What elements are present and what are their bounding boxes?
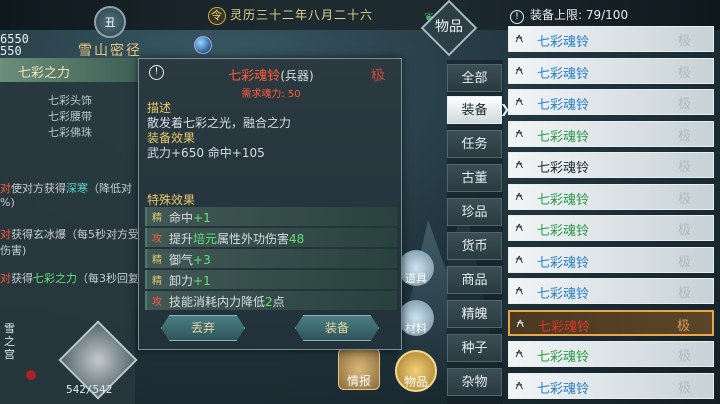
bell-icon: ⍲: [515, 219, 524, 235]
bell-icon: ⍲: [515, 156, 524, 172]
inventory-row[interactable]: ⍲ 七彩魂铃 极: [508, 183, 714, 210]
inventory-row[interactable]: ⍲ 七彩魂铃 极: [508, 120, 714, 147]
item-name: 七彩魂铃: [537, 98, 590, 113]
location-name: 雪山密径: [78, 43, 142, 59]
item-name: 七彩魂铃: [537, 255, 590, 271]
equip-button[interactable]: 装备: [295, 315, 379, 341]
inventory-row[interactable]: ⍲ 七彩魂铃 极: [508, 152, 714, 178]
bell-icon: ⍲: [515, 345, 524, 361]
grade-mark: 极: [677, 349, 691, 364]
special-effect-row: 精命中+1: [145, 207, 397, 226]
item-name: 七彩魂铃: [538, 319, 591, 335]
bell-icon: ⍲: [515, 187, 524, 204]
grade-mark: 极: [677, 160, 691, 175]
bell-icon: ⍲: [515, 250, 524, 267]
cailiao-icon[interactable]: 材料: [398, 300, 434, 336]
item-name: 七彩魂铃: [537, 381, 590, 397]
tab-5[interactable]: 货币: [447, 232, 502, 260]
item-detail-popup: ! 七彩魂铃(兵器) 需求魂力: 50 极 描述 散发着七彩之光，融合之力 装备…: [138, 58, 402, 350]
inventory-row[interactable]: ⍲ 七彩魂铃 极: [508, 278, 714, 304]
item-name: 七彩魂铃: [537, 66, 590, 82]
set-item: 七彩佛珠: [48, 126, 92, 139]
grade-mark: 极: [677, 65, 691, 81]
item-name: 七彩魂铃: [537, 129, 590, 145]
grade-mark: 极: [676, 318, 690, 334]
tab-6[interactable]: 商品: [447, 266, 502, 294]
special-effect-row: 攻提升培元属性外功伤害48: [145, 228, 397, 247]
bell-icon: ⍲: [515, 124, 524, 141]
set-bonus-panel: 七彩之力 七彩头饰 七彩腰带 七彩佛珠 对使对方获得深寒（降低对 %) 对获得玄…: [0, 58, 140, 308]
date-text: 灵历三十二年八月二十六: [230, 8, 374, 22]
daoju-icon[interactable]: 道具: [398, 250, 434, 286]
grade-mark: 极: [677, 97, 691, 112]
bell-icon: ⍲: [515, 93, 524, 109]
tab-7[interactable]: 精魄: [447, 300, 502, 328]
items-bag-icon[interactable]: 物品: [395, 350, 437, 392]
tab-1[interactable]: 装备: [447, 96, 502, 124]
set-bonus-title: 七彩之力: [0, 58, 139, 82]
bell-icon: ⍲: [515, 61, 524, 78]
discard-button[interactable]: 丢弃: [161, 315, 245, 341]
grade-mark: 极: [677, 34, 691, 49]
special-effect-row: 精御气+3: [145, 249, 397, 268]
item-name: 七彩魂铃: [537, 287, 590, 302]
special-heading: 特殊效果: [147, 193, 196, 207]
intel-scroll-icon[interactable]: 情报: [338, 348, 380, 390]
hp-readout: 542/542: [66, 383, 113, 396]
chevron-right-icon: ❯: [500, 102, 511, 116]
bell-icon: ⍲: [515, 376, 524, 393]
grade-mark: 极: [677, 254, 691, 270]
tab-8[interactable]: 种子: [447, 334, 502, 362]
inventory-row[interactable]: ⍲ 七彩魂铃 极: [508, 246, 714, 273]
equip-text: 武力+650 命中+105: [147, 146, 265, 160]
stat-value-bottom: 550: [0, 44, 22, 58]
grade-mark: 极: [677, 223, 691, 238]
set-item: 七彩腰带: [48, 110, 92, 123]
item-name: 七彩魂铃: [537, 161, 590, 176]
capacity-readout: ! 装备上限: 79/100: [510, 6, 628, 24]
special-effect-row: 攻技能消耗内力降低2点: [145, 291, 397, 310]
item-title: 七彩魂铃(兵器): [228, 69, 314, 84]
inventory-row[interactable]: ⍲ 七彩魂铃 极: [508, 341, 714, 367]
bell-icon: ⍲: [516, 314, 525, 331]
inventory-row[interactable]: ⍲ 七彩魂铃 极: [508, 57, 714, 84]
character-label: 雪之宫: [4, 322, 15, 361]
item-name: 七彩魂铃: [537, 192, 590, 208]
tab-0[interactable]: 全部: [447, 64, 502, 92]
set-effect-line: 对获得七彩之力（每3秒回复: [0, 272, 139, 285]
grade-mark: 极: [677, 128, 691, 144]
grade-mark: 极: [677, 286, 691, 301]
season-icon[interactable]: 丑: [94, 6, 126, 38]
grade-mark: 极: [677, 191, 691, 207]
tab-9[interactable]: 杂物: [447, 368, 502, 396]
tab-4[interactable]: 珍品: [447, 198, 502, 226]
inventory-row[interactable]: ⍲ 七彩魂铃 极: [508, 215, 714, 241]
inventory-row[interactable]: ⍲ 七彩魂铃 极: [508, 89, 714, 115]
grade-mark: 极: [677, 380, 691, 396]
set-effect-line: 伤害): [0, 244, 27, 257]
tab-2[interactable]: 任务: [447, 130, 502, 158]
set-item: 七彩头饰: [48, 94, 92, 107]
info-icon: !: [510, 10, 524, 24]
item-requirement: 需求魂力: 50: [241, 89, 301, 100]
item-name: 七彩魂铃: [537, 35, 590, 50]
set-effect-line: 对使对方获得深寒（降低对: [0, 182, 132, 195]
set-effect-line: 对获得玄冰爆（每5秒对方受: [0, 228, 139, 241]
item-name: 七彩魂铃: [537, 224, 590, 239]
special-effect-row: 精卸力+1: [145, 270, 397, 289]
selected-inventory-row[interactable]: ⍲ 七彩魂铃 极: [508, 309, 714, 336]
status-dot: [26, 370, 36, 380]
blue-orb-icon[interactable]: [194, 36, 212, 54]
grade-mark: 极: [370, 67, 387, 85]
inventory-row[interactable]: ⍲ 七彩魂铃 极: [508, 26, 714, 52]
item-name: 七彩魂铃: [537, 350, 590, 365]
bell-icon: ⍲: [515, 282, 524, 298]
set-effect-line: %): [0, 196, 15, 209]
items-panel-label: 物品: [435, 19, 463, 35]
tab-3[interactable]: 古董: [447, 164, 502, 192]
date-icon: 令: [208, 6, 226, 25]
game-date: 令灵历三十二年八月二十六: [208, 6, 373, 25]
bell-icon: ⍲: [515, 30, 524, 46]
inventory-row[interactable]: ⍲ 七彩魂铃 极: [508, 372, 714, 399]
